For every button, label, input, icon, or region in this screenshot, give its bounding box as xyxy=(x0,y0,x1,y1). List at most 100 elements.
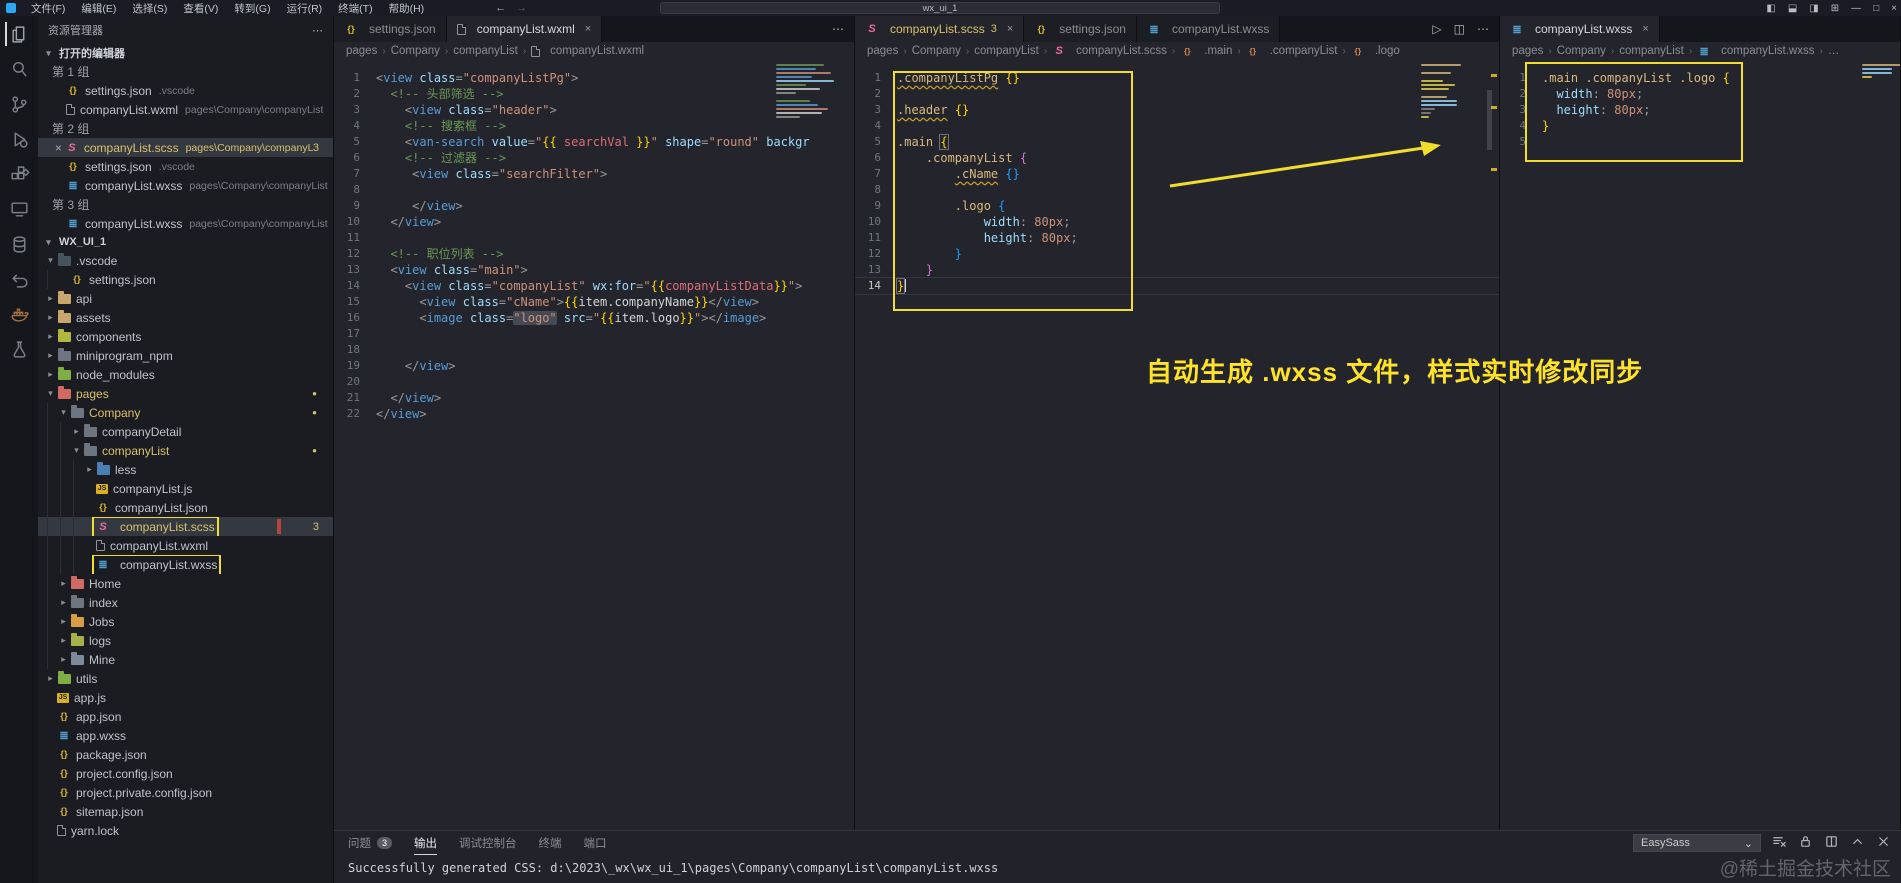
panel-tab-输出[interactable]: 输出 xyxy=(414,835,438,855)
twisty-icon[interactable]: ▾ xyxy=(57,407,70,418)
code-editor[interactable]: 1 .companyListPg {} 2 3 .header {} 4 5 .main {6… xyxy=(855,60,1499,830)
split-editor-button[interactable]: ◫ xyxy=(1454,22,1465,36)
breadcrumb-item[interactable]: companyList xyxy=(1619,45,1684,57)
minimap[interactable] xyxy=(1862,64,1900,78)
tab-companyList.scss[interactable]: ScompanyList.scss 3 × xyxy=(855,16,1025,42)
twisty-icon[interactable]: ▸ xyxy=(57,635,70,646)
twisty-icon[interactable]: ▸ xyxy=(44,369,57,380)
tree-file-companyList.json[interactable]: {} companyList.json xyxy=(38,498,333,517)
tree-file-app.json[interactable]: {} app.json xyxy=(38,707,333,726)
open-editor-item[interactable]: companyList.wxml pages\Company\companyLis… xyxy=(38,100,333,119)
docker-icon[interactable] xyxy=(6,302,32,326)
twisty-icon[interactable]: ▸ xyxy=(70,426,83,437)
nav-back-icon[interactable]: ← xyxy=(495,2,506,14)
tree-file-settings.json[interactable]: {} settings.json xyxy=(38,270,333,289)
panel-tab-调试控制台[interactable]: 调试控制台 xyxy=(459,835,517,851)
breadcrumb-item[interactable]: companyList.wxss xyxy=(1721,45,1814,57)
extensions-icon[interactable] xyxy=(6,162,32,186)
breadcrumb-item[interactable]: companyList xyxy=(974,45,1039,57)
minimap[interactable] xyxy=(1421,64,1485,118)
twisty-icon[interactable]: ▸ xyxy=(57,654,70,665)
scrollbar-thumb[interactable] xyxy=(1487,90,1492,150)
tree-folder-Company[interactable]: ▾ Company ● xyxy=(38,403,333,422)
more-actions-button[interactable]: ⋯ xyxy=(1477,22,1489,36)
tab-companyList.wxml[interactable]: companyList.wxml × xyxy=(446,16,603,42)
close-icon[interactable]: × xyxy=(1007,23,1013,35)
tree-file-sitemap.json[interactable]: {} sitemap.json xyxy=(38,802,333,821)
tree-folder-Jobs[interactable]: ▸ Jobs xyxy=(38,612,333,631)
chevron-down-icon[interactable]: ▾ xyxy=(42,48,55,59)
run-button[interactable]: ▷ xyxy=(1432,22,1441,36)
twisty-icon[interactable]: ▾ xyxy=(44,255,57,266)
breadcrumb-item[interactable]: … xyxy=(1828,45,1840,57)
menu-编辑E[interactable]: 编辑(E) xyxy=(74,1,123,16)
close-icon[interactable]: × xyxy=(585,23,591,35)
breadcrumb[interactable]: pages › Company › companyList › companyList.wx… xyxy=(334,42,854,60)
breadcrumb-item[interactable]: companyList xyxy=(453,45,518,57)
undo-arrow-icon[interactable] xyxy=(6,267,32,291)
breadcrumb-item[interactable]: Company xyxy=(1557,45,1606,57)
chevron-down-icon[interactable]: ▾ xyxy=(42,237,55,248)
breadcrumb-item[interactable]: .logo xyxy=(1375,45,1400,57)
tree-folder-index[interactable]: ▸ index xyxy=(38,593,333,612)
breadcrumb-item[interactable]: companyList.wxml xyxy=(550,45,644,57)
twisty-icon[interactable]: ▾ xyxy=(44,388,57,399)
workspace-root-label[interactable]: WX_UI_1 xyxy=(59,236,106,248)
menu-运行R[interactable]: 运行(R) xyxy=(280,1,330,16)
tree-file-companyList.wxml[interactable]: companyList.wxml xyxy=(38,536,333,555)
twisty-icon[interactable]: ▾ xyxy=(70,445,83,456)
menu-查看V[interactable]: 查看(V) xyxy=(176,1,225,16)
tree-folder-node_modules[interactable]: ▸ node_modules xyxy=(38,365,333,384)
menu-转到G[interactable]: 转到(G) xyxy=(227,1,277,16)
breadcrumb-item[interactable]: Company xyxy=(912,45,961,57)
twisty-icon[interactable]: ▸ xyxy=(44,350,57,361)
tree-folder-companyList[interactable]: ▾ companyList ● xyxy=(38,441,333,460)
open-editor-item[interactable]: ≣ companyList.wxss pages\Company\companyLi… xyxy=(38,214,333,233)
twisty-icon[interactable]: ▸ xyxy=(83,464,96,475)
command-center-search[interactable]: wx_ui_1 xyxy=(660,2,1220,14)
tree-file-companyList.js[interactable]: JS companyList.js xyxy=(38,479,333,498)
menu-选择S[interactable]: 选择(S) xyxy=(125,1,174,16)
twisty-icon[interactable]: ▸ xyxy=(57,597,70,608)
twisty-icon[interactable]: ▸ xyxy=(44,312,57,323)
clear-output-icon[interactable] xyxy=(1772,834,1787,852)
tree-folder-pages[interactable]: ▾ pages ● xyxy=(38,384,333,403)
tree-folder-less[interactable]: ▸ less xyxy=(38,460,333,479)
test-icon[interactable] xyxy=(6,337,32,361)
sidebar-more-actions-icon[interactable]: ⋯ xyxy=(312,24,323,37)
tree-file-yarn.lock[interactable]: yarn.lock xyxy=(38,821,333,840)
panel-tab-问题[interactable]: 问题 3 xyxy=(348,835,393,851)
tree-file-project.config.json[interactable]: {} project.config.json xyxy=(38,764,333,783)
tree-file-companyList.scss[interactable]: ScompanyList.scss 3 xyxy=(38,517,333,536)
maximize-button[interactable]: □ xyxy=(1873,3,1879,14)
breadcrumb-item[interactable]: pages xyxy=(1512,45,1543,57)
tree-folder-components[interactable]: ▸ components xyxy=(38,327,333,346)
menu-文件F[interactable]: 文件(F) xyxy=(24,1,72,16)
breadcrumb-item[interactable]: pages xyxy=(346,45,377,57)
close-button[interactable]: × xyxy=(1891,3,1897,14)
breadcrumb[interactable]: pages › Company › companyList › ≣ companyList.w… xyxy=(1500,42,1900,60)
remote-explorer-icon[interactable] xyxy=(6,197,32,221)
tree-folder-utils[interactable]: ▸ utils xyxy=(38,669,333,688)
breadcrumb-item[interactable]: companyList.scss xyxy=(1076,45,1167,57)
open-editor-item[interactable]: × ScompanyList.scss pages\Company\companyL… xyxy=(38,138,333,157)
tree-folder-companyDetail[interactable]: ▸ companyDetail xyxy=(38,422,333,441)
lock-icon[interactable] xyxy=(1798,834,1813,852)
tree-folder-.vscode[interactable]: ▾ .vscode xyxy=(38,251,333,270)
open-editor-item[interactable]: {} settings.json .vscode xyxy=(38,157,333,176)
breadcrumb[interactable]: pages › Company › companyList › ScompanyList.s… xyxy=(855,42,1499,60)
breadcrumb-item[interactable]: pages xyxy=(867,45,898,57)
breadcrumb-item[interactable]: .companyList xyxy=(1270,45,1338,57)
output-channel-select[interactable]: EasySass ⌄ xyxy=(1633,834,1761,852)
tab-companyList.wxss[interactable]: ≣ companyList.wxss × xyxy=(1500,16,1660,42)
panel-tab-终端[interactable]: 终端 xyxy=(539,835,562,851)
run-debug-icon[interactable] xyxy=(6,127,32,151)
twisty-icon[interactable]: ▸ xyxy=(44,331,57,342)
open-editor-item[interactable]: {} settings.json .vscode xyxy=(38,81,333,100)
chevron-up-icon[interactable] xyxy=(1850,834,1865,852)
tree-folder-Mine[interactable]: ▸ Mine xyxy=(38,650,333,669)
open-editor-item[interactable]: ≣ companyList.wxss pages\Company\companyLi… xyxy=(38,176,333,195)
minimize-button[interactable]: — xyxy=(1851,3,1861,14)
breadcrumb-item[interactable]: Company xyxy=(391,45,440,57)
layout-toggle-icon-0[interactable]: ◧ xyxy=(1766,3,1775,14)
